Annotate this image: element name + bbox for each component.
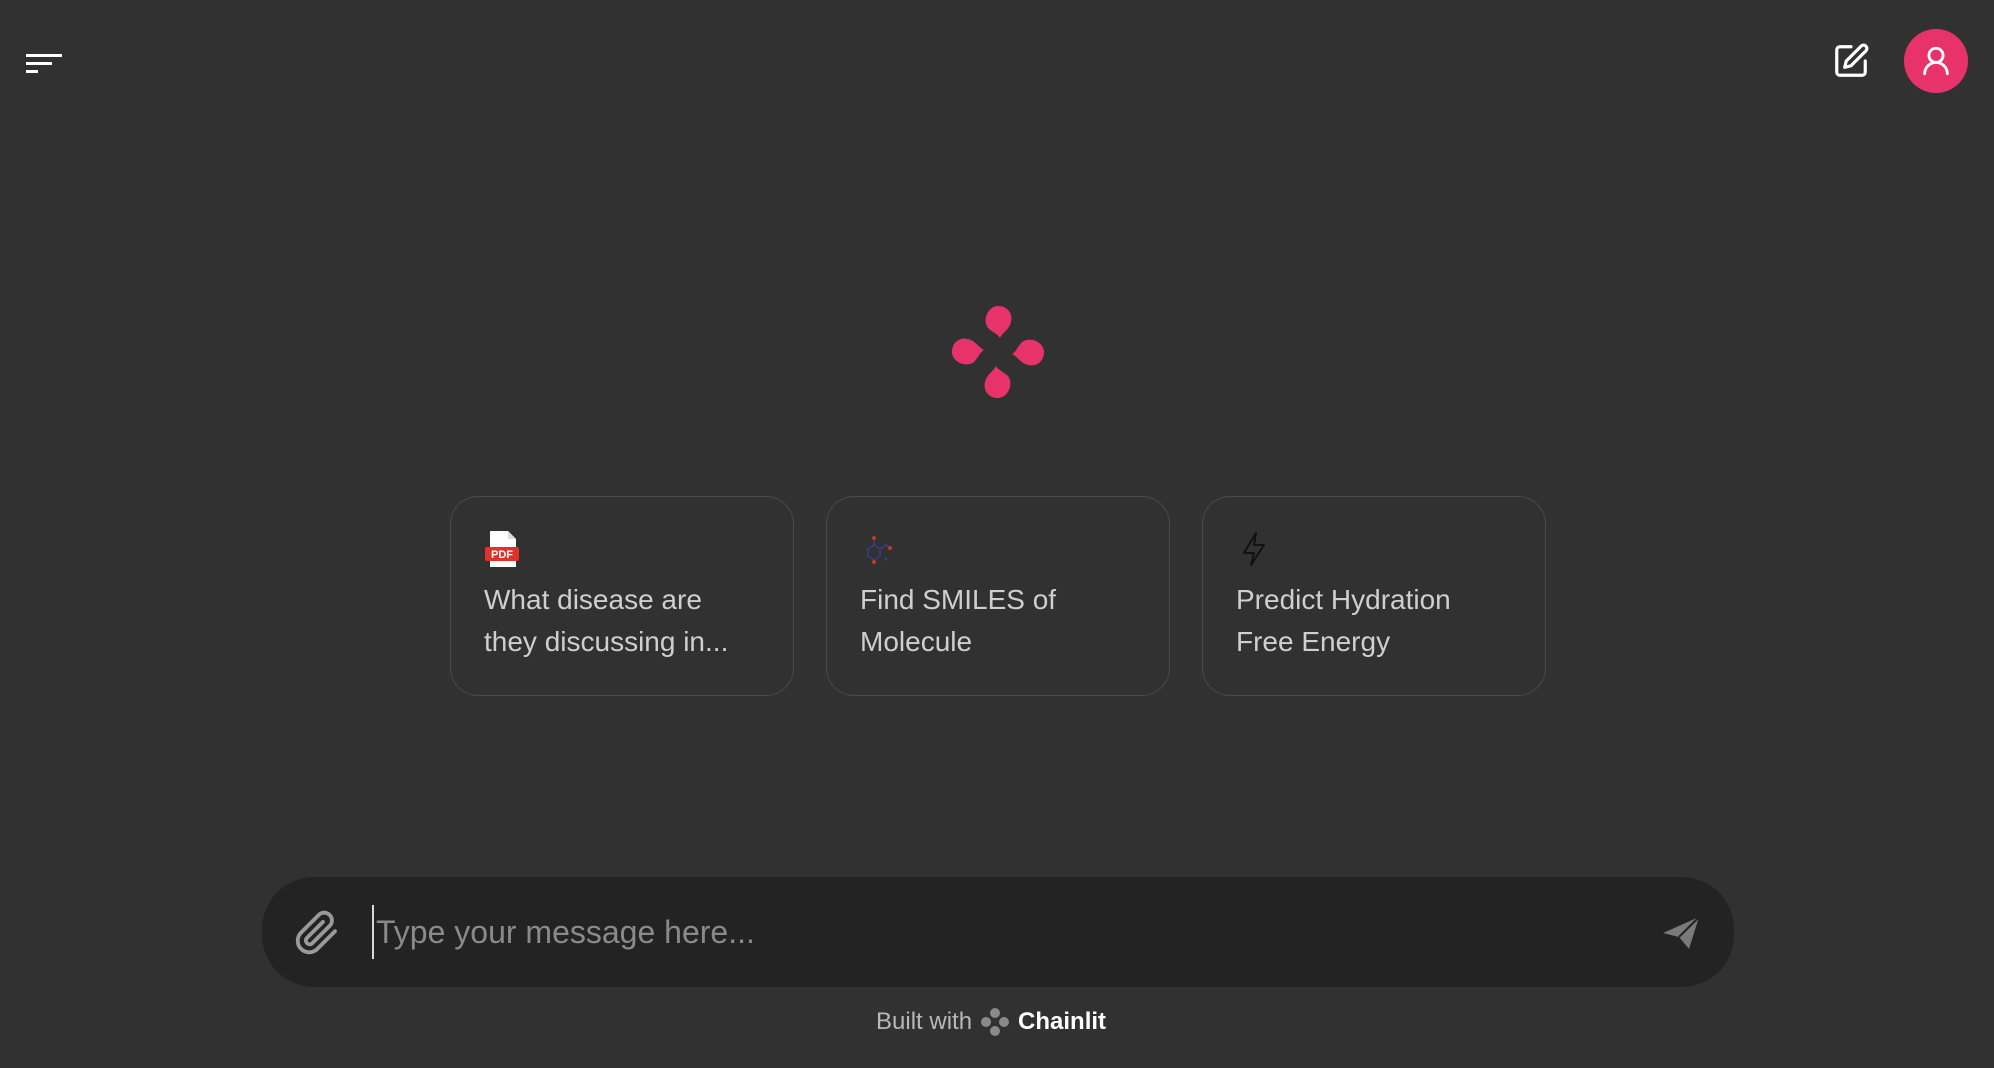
paperclip-icon [295,910,337,955]
app-logo [948,302,1048,402]
sidebar-toggle-button[interactable] [26,40,76,80]
starter-card-pdf[interactable]: PDF What disease are they discussing in.… [450,496,794,696]
footer-brand-name: Chainlit [1018,1008,1107,1035]
footer-built-with-text: Built with [876,1008,973,1035]
starter-card-hydration[interactable]: Predict Hydration Free Energy [1202,496,1546,696]
attach-file-button[interactable] [292,907,342,959]
menu-lines-icon [26,54,62,73]
lightning-icon [1243,532,1265,566]
svg-text:PDF: PDF [491,549,513,561]
molecule-icon [867,536,892,564]
message-input[interactable] [372,905,1592,959]
pdf-file-icon: PDF [485,531,519,567]
user-icon [1923,46,1949,76]
starter-card-label: What disease are they discussing in... [484,584,729,657]
starter-card-label: Predict Hydration Free Energy [1236,584,1451,657]
chainlit-small-logo-icon [981,1008,1010,1036]
edit-square-icon [1835,43,1869,77]
starter-suggestions: PDF What disease are they discussing in.… [450,496,1546,696]
footer-built-with[interactable]: Built with Chainlit [876,1004,1126,1040]
message-composer [262,877,1734,987]
chainlit-logo-icon [952,306,1044,398]
new-chat-button[interactable] [1826,38,1876,84]
starter-card-label: Find SMILES of Molecule [860,584,1057,657]
starter-card-smiles[interactable]: Find SMILES of Molecule [826,496,1170,696]
top-bar [0,0,1994,120]
user-menu-button[interactable] [1904,29,1968,93]
send-icon [1663,916,1700,949]
send-button[interactable] [1658,911,1704,955]
